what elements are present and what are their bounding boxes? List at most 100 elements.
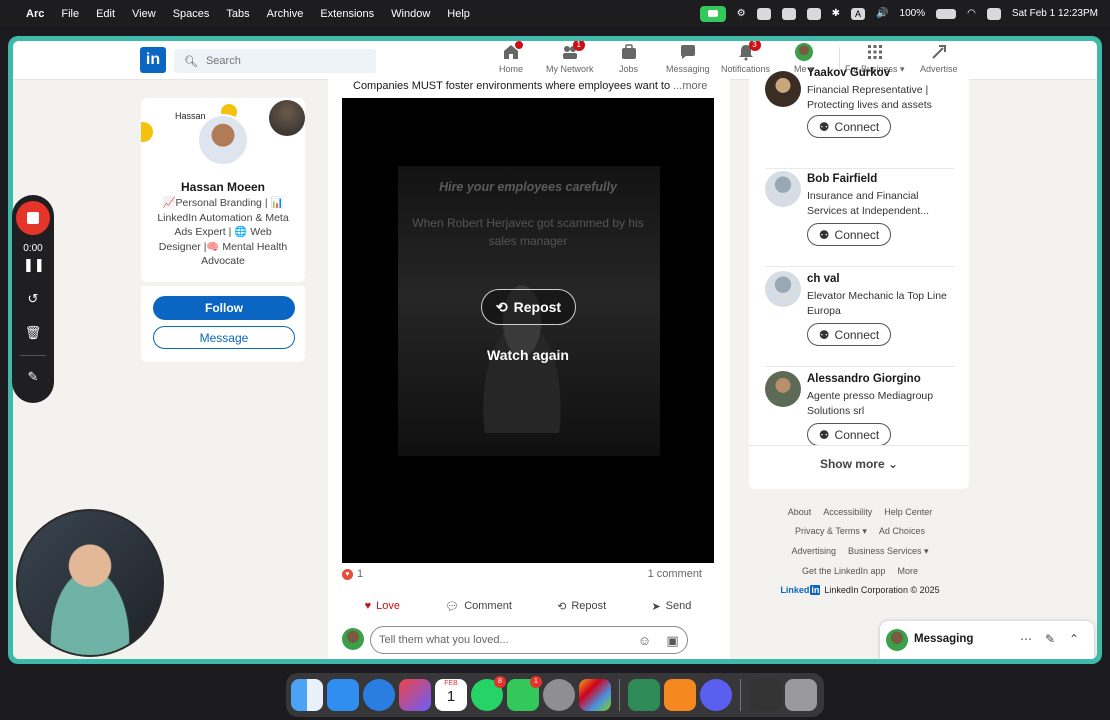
connect-button[interactable]: ⚉ Connect [807, 323, 891, 346]
menu-window[interactable]: Window [391, 8, 430, 20]
mail-icon[interactable] [327, 679, 359, 711]
connect-button[interactable]: ⚉ Connect [807, 423, 891, 446]
follow-button[interactable]: Follow [153, 296, 295, 320]
volume-icon[interactable]: 🔊 [876, 8, 888, 19]
profile-card[interactable]: Hassan Hassan Moeen 📈Personal Branding |… [141, 98, 305, 282]
footer-ad-choices[interactable]: Ad Choices [879, 526, 925, 537]
keyboard-input-icon[interactable]: A [851, 7, 866, 20]
grid-apps-icon [866, 43, 884, 61]
suggestion-name[interactable]: Yaakov Gurkov [807, 67, 890, 79]
messaging-bar[interactable]: Messaging ⋯ ✎ ⌃ [880, 621, 1094, 659]
suggestion-avatar[interactable] [765, 371, 801, 407]
suggestion-avatar[interactable] [765, 71, 801, 107]
safari-icon[interactable] [363, 679, 395, 711]
nav-my-network[interactable]: 1 My Network [546, 41, 594, 79]
menu-view[interactable]: View [132, 8, 156, 20]
suggestion-name[interactable]: Alessandro Giorgino [807, 373, 921, 385]
comment-button[interactable]: 💬︎ Comment [445, 595, 512, 617]
comment-input[interactable]: Tell them what you loved... ☺ ▣ [370, 626, 688, 654]
pages-icon[interactable] [664, 679, 696, 711]
message-button[interactable]: Message [153, 326, 295, 349]
photos-app-icon[interactable] [700, 679, 732, 711]
menu-edit[interactable]: Edit [96, 8, 115, 20]
display-icon[interactable] [781, 7, 796, 20]
video-repost-button[interactable]: ⟲ Repost [481, 289, 576, 325]
chevron-up-icon[interactable]: ⌃ [1066, 631, 1082, 647]
menu-archive[interactable]: Archive [267, 8, 304, 20]
suggestion-name[interactable]: ch val [807, 273, 840, 285]
bluetooth-icon[interactable]: ✱ [832, 8, 840, 19]
profile-avatar[interactable] [197, 114, 249, 166]
stop-recording-button[interactable] [16, 201, 50, 235]
restart-icon[interactable]: ↺ [23, 289, 43, 309]
video-player[interactable]: Hire your employees carefully When Rober… [342, 98, 714, 563]
battery-icon[interactable] [936, 8, 957, 19]
profile-name[interactable]: Hassan Moeen [141, 180, 305, 194]
footer-business-services[interactable]: Business Services ▾ [848, 546, 929, 557]
pencil-icon[interactable]: ✎ [23, 367, 43, 387]
preview-thumbnail-icon[interactable] [749, 679, 781, 711]
suggestion-avatar[interactable] [765, 171, 801, 207]
emoji-icon[interactable]: ☺ [637, 633, 652, 648]
footer-get-app[interactable]: Get the LinkedIn app [802, 566, 886, 576]
linkedin-logo[interactable]: in [140, 47, 166, 73]
trash-icon[interactable]: 🗑︎ [23, 323, 43, 343]
watch-again-button[interactable]: Watch again [342, 347, 714, 363]
gear-icon[interactable]: ⚙ [737, 8, 746, 19]
control-center-icon[interactable] [986, 7, 1001, 20]
facetime-icon[interactable] [699, 5, 726, 22]
nav-notifications[interactable]: 3 Notifications [721, 41, 770, 79]
connect-button[interactable]: ⚉ Connect [807, 223, 891, 246]
repost-button[interactable]: ⟲ Repost [557, 595, 606, 617]
pause-icon[interactable]: ❚❚ [23, 255, 45, 275]
footer-advertising[interactable]: Advertising [791, 546, 836, 557]
search-box[interactable]: 🔍︎ [174, 49, 376, 73]
suggestion-name[interactable]: Bob Fairfield [807, 173, 877, 185]
launchpad-icon[interactable] [579, 679, 611, 711]
webcam-overlay[interactable] [16, 509, 164, 657]
connect-button[interactable]: ⚉ Connect [807, 115, 891, 138]
screen-recorder-app-icon[interactable] [628, 679, 660, 711]
trash-bin-icon[interactable] [785, 679, 817, 711]
menu-extensions[interactable]: Extensions [320, 8, 374, 20]
me-avatar [794, 43, 813, 61]
menu-spaces[interactable]: Spaces [173, 8, 210, 20]
send-button[interactable]: ➤ Send [651, 595, 691, 617]
messages-icon[interactable]: 1 [507, 676, 542, 711]
comment-count[interactable]: 1 comment [648, 568, 702, 580]
footer-privacy-terms[interactable]: Privacy & Terms ▾ [795, 526, 867, 537]
love-button[interactable]: ♥ Love [365, 595, 400, 617]
wifi-icon[interactable]: ◠ [967, 8, 976, 19]
arc-browser-icon[interactable] [399, 679, 431, 711]
menu-help[interactable]: Help [447, 8, 470, 20]
chat-status-icon[interactable] [806, 7, 821, 20]
footer-more[interactable]: More [898, 566, 919, 576]
search-input[interactable] [205, 55, 366, 67]
menu-tabs[interactable]: Tabs [226, 8, 249, 20]
whatsapp-icon[interactable]: 8 [471, 676, 506, 711]
suggestion-headline: Elevator Mechanic la Top Line Europa [807, 290, 947, 317]
system-settings-icon[interactable] [543, 679, 575, 711]
nav-jobs[interactable]: Jobs [619, 43, 638, 79]
nav-messaging[interactable]: Messaging [666, 43, 710, 79]
screen-record-icon[interactable] [756, 7, 771, 20]
reaction-count[interactable]: ♥ 1 [342, 568, 363, 580]
suggestion-avatar[interactable] [765, 271, 801, 307]
footer-help-center[interactable]: Help Center [884, 507, 932, 517]
compose-icon[interactable]: ✎ [1042, 631, 1058, 647]
finder-icon[interactable] [291, 679, 323, 711]
see-more-link[interactable]: ...more [673, 80, 707, 92]
reaction-count-value: 1 [357, 568, 364, 580]
image-icon[interactable]: ▣ [665, 633, 680, 648]
show-more-button[interactable]: Show more ⌄ [749, 457, 969, 471]
menu-file[interactable]: File [61, 8, 79, 20]
calendar-icon[interactable]: FEB 1 [435, 679, 467, 711]
calendar-month: FEB [444, 680, 458, 687]
nav-home[interactable]: Home [499, 41, 523, 79]
menu-app-name[interactable]: Arc [26, 8, 44, 20]
more-options-icon[interactable]: ⋯ [1018, 631, 1034, 647]
menu-bar-clock[interactable]: Sat Feb 1 12:23PM [1012, 8, 1098, 19]
search-icon: 🔍︎ [184, 55, 198, 68]
footer-accessibility[interactable]: Accessibility [823, 507, 872, 517]
footer-about[interactable]: About [788, 507, 812, 517]
